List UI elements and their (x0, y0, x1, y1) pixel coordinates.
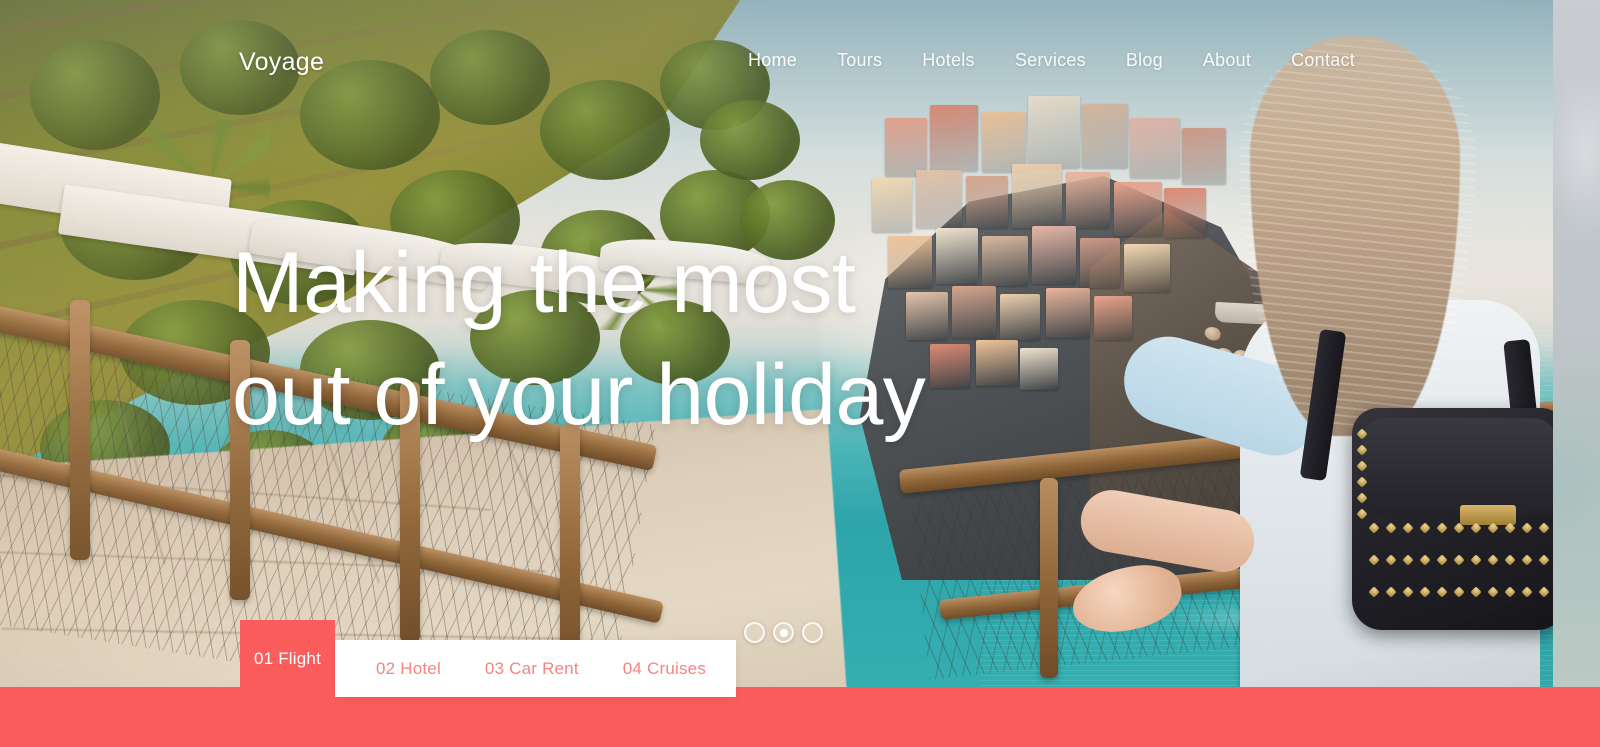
page-root: Voyage Home Tours Hotels Services Blog About C… (0, 0, 1600, 747)
village-house (1032, 226, 1076, 284)
nav-item-hotels[interactable]: Hotels (902, 50, 995, 71)
tab-flight[interactable]: 01 Flight (240, 620, 335, 697)
carousel-dots (744, 622, 823, 643)
booking-tabs: 01 Flight 02 Hotel 03 Car Rent 04 Cruises (240, 620, 737, 697)
foliage-bush (470, 290, 600, 385)
backpack-flap (1362, 418, 1553, 514)
dot-core (779, 628, 788, 637)
main-navigation: Home Tours Hotels Services Blog About Contact (748, 50, 1375, 71)
village-house (1164, 188, 1206, 238)
site-header: Voyage Home Tours Hotels Services Blog About C… (0, 0, 1553, 120)
nav-item-services[interactable]: Services (995, 50, 1106, 71)
next-slide-preview[interactable] (1553, 0, 1600, 687)
rock (1203, 325, 1222, 342)
village-house (1182, 128, 1226, 184)
village-house (1012, 164, 1062, 228)
nav-item-contact[interactable]: Contact (1271, 50, 1375, 71)
village-house (1080, 238, 1120, 288)
carousel-dot-2[interactable] (773, 622, 794, 643)
tab-hotel[interactable]: 02 Hotel (354, 659, 463, 679)
village-house (1020, 348, 1058, 390)
backpack-logo-plate (1460, 505, 1516, 525)
booking-tab-panel: 02 Hotel 03 Car Rent 04 Cruises (335, 640, 737, 697)
logo[interactable]: Voyage (239, 48, 324, 77)
nav-item-blog[interactable]: Blog (1106, 50, 1183, 71)
dot-core (809, 629, 817, 637)
railing-post (230, 340, 250, 600)
tab-cruises[interactable]: 04 Cruises (601, 659, 736, 679)
railing-post (400, 382, 420, 642)
carousel-dot-3[interactable] (802, 622, 823, 643)
nav-item-home[interactable]: Home (748, 50, 817, 71)
village-house (1130, 118, 1180, 178)
tab-car-rent[interactable]: 03 Car Rent (463, 659, 601, 679)
village-house (1046, 288, 1090, 338)
village-house (1124, 244, 1170, 292)
village-house (1066, 172, 1110, 228)
railing-post (1040, 478, 1058, 678)
nav-item-tours[interactable]: Tours (817, 50, 902, 71)
village-house (1114, 182, 1162, 236)
nav-item-about[interactable]: About (1183, 50, 1271, 71)
village-house (1094, 296, 1132, 340)
carousel-dot-1[interactable] (744, 622, 765, 643)
railing-post (70, 300, 90, 560)
dot-core (751, 629, 759, 637)
